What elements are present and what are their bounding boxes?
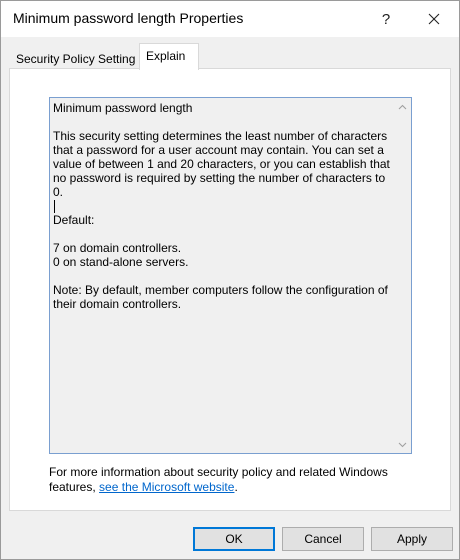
text-caret xyxy=(54,200,55,214)
explain-heading: Minimum password length xyxy=(53,101,193,115)
explain-note: Note: By default, member computers follo… xyxy=(53,283,388,312)
default-label: Default: xyxy=(53,213,95,228)
title-bar[interactable]: Minimum password length Properties ? xyxy=(1,1,459,37)
properties-dialog: Minimum password length Properties ? Sec… xyxy=(0,0,460,560)
apply-button[interactable]: Apply xyxy=(371,527,453,551)
explain-text-box[interactable]: Minimum password length This security se… xyxy=(49,97,412,454)
scroll-up-button[interactable] xyxy=(394,98,411,115)
more-info-text: For more information about security poli… xyxy=(49,465,429,495)
explain-paragraph: This security setting determines the lea… xyxy=(53,129,390,199)
help-button[interactable]: ? xyxy=(363,1,409,37)
default-line-domain-controllers: 7 on domain controllers. xyxy=(53,241,182,256)
explain-tab-panel: Minimum password length This security se… xyxy=(9,68,451,511)
chevron-down-icon xyxy=(398,442,407,447)
tab-security-policy-setting[interactable]: Security Policy Setting xyxy=(9,47,139,69)
vertical-scrollbar[interactable] xyxy=(394,98,411,453)
tab-explain[interactable]: Explain xyxy=(139,43,199,70)
help-icon: ? xyxy=(381,10,391,28)
chevron-up-icon xyxy=(398,104,407,109)
explain-text: Minimum password length This security se… xyxy=(53,101,393,325)
microsoft-website-link[interactable]: see the Microsoft website xyxy=(99,480,234,494)
close-icon xyxy=(428,13,440,25)
ok-button[interactable]: OK xyxy=(193,527,275,551)
cancel-button[interactable]: Cancel xyxy=(282,527,364,551)
default-line-stand-alone: 0 on stand-alone servers. xyxy=(53,255,189,270)
close-button[interactable] xyxy=(411,1,457,37)
scroll-down-button[interactable] xyxy=(394,436,411,453)
window-title: Minimum password length Properties xyxy=(13,10,244,26)
more-info-period: . xyxy=(234,480,238,494)
